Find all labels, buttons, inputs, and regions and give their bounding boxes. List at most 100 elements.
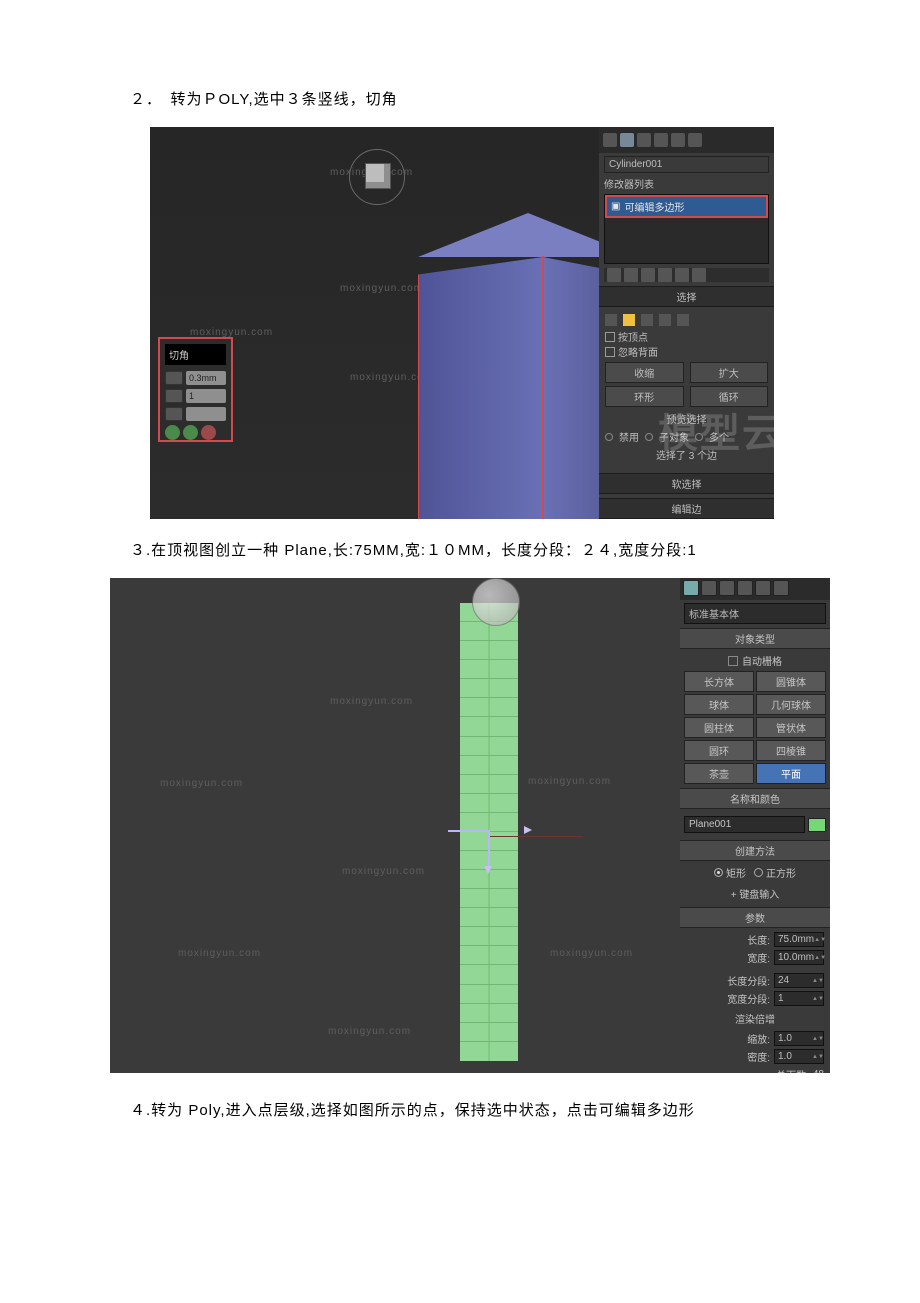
ok-icon[interactable] xyxy=(165,425,180,440)
box-button[interactable]: 长方体 xyxy=(684,671,754,692)
scale-spinner[interactable]: 1.0▲▼ xyxy=(774,1031,824,1046)
cone-button[interactable]: 圆锥体 xyxy=(756,671,826,692)
axis-line xyxy=(488,836,583,837)
viewcube[interactable] xyxy=(472,578,520,626)
motion-tab-icon[interactable] xyxy=(737,580,753,596)
edge-mode-icon[interactable] xyxy=(623,314,635,326)
length-spinner[interactable]: 75.0mm▲▼ xyxy=(774,932,824,947)
viewport-top[interactable]: moxingyun.com moxingyun.com moxingyun.co… xyxy=(110,578,680,1073)
total-faces-value: 48 xyxy=(813,1069,824,1073)
length-label: 长度: xyxy=(686,932,770,947)
chamfer-seg-icon[interactable] xyxy=(165,389,183,403)
motion-tab-icon[interactable] xyxy=(654,133,668,147)
ignore-backfacing-checkbox[interactable] xyxy=(605,347,615,357)
by-vertex-label: 按顶点 xyxy=(618,329,648,344)
rollout-keyboard-entry[interactable]: + 键盘输入 xyxy=(680,884,830,903)
sphere-button[interactable]: 球体 xyxy=(684,694,754,715)
transform-gizmo[interactable] xyxy=(488,830,489,831)
command-panel-tabs xyxy=(599,127,774,153)
chamfer-amount[interactable]: 0.3mm xyxy=(186,371,226,385)
torus-button[interactable]: 圆环 xyxy=(684,740,754,761)
hierarchy-tab-icon[interactable] xyxy=(637,133,651,147)
watermark: moxingyun.com xyxy=(328,1026,411,1037)
length-segs-spinner[interactable]: 24▲▼ xyxy=(774,973,824,988)
chamfer-segments[interactable]: 1 xyxy=(186,389,226,403)
stack-editable-poly-label: 可编辑多边形 xyxy=(624,199,684,214)
viewcube[interactable] xyxy=(355,155,399,199)
cancel-icon[interactable] xyxy=(201,425,216,440)
apply-icon[interactable] xyxy=(183,425,198,440)
modifier-list-label[interactable]: 修改器列表 xyxy=(604,176,769,191)
rectangle-radio[interactable] xyxy=(714,868,723,877)
eye-icon[interactable]: ▣ xyxy=(611,201,620,212)
big-watermark: 模型云 xyxy=(658,401,774,459)
length-segs-label: 长度分段: xyxy=(686,973,770,988)
plane-button[interactable]: 平面 xyxy=(756,763,826,784)
render-mult-label: 渲染倍增 xyxy=(680,1011,830,1026)
rollout-soft-selection[interactable]: 软选择 xyxy=(599,473,774,494)
tube-button[interactable]: 管状体 xyxy=(756,717,826,738)
rollout-edit-edges[interactable]: 编辑边 xyxy=(599,498,774,519)
chamfer-type-icon[interactable] xyxy=(165,371,183,385)
object-name-field[interactable]: Cylinder001 xyxy=(604,156,769,173)
grow-button[interactable]: 扩大 xyxy=(690,362,769,383)
density-spinner[interactable]: 1.0▲▼ xyxy=(774,1049,824,1064)
step-3-text: ３.在顶视图创立一种 Plane,长:75MM,宽:１０MM，长度分段：２４,宽… xyxy=(130,539,810,560)
hierarchy-tab-icon[interactable] xyxy=(719,580,735,596)
watermark: moxingyun.com xyxy=(340,283,423,294)
scale-label: 缩放: xyxy=(686,1031,770,1046)
rollout-selection[interactable]: 选择 xyxy=(599,286,774,307)
pyramid-button[interactable]: 四棱锥 xyxy=(756,740,826,761)
display-tab-icon[interactable] xyxy=(755,580,771,596)
preview-sub-radio[interactable] xyxy=(645,433,653,441)
element-mode-icon[interactable] xyxy=(677,314,689,326)
square-label: 正方形 xyxy=(766,865,796,880)
width-label: 宽度: xyxy=(686,950,770,965)
watermark: moxingyun.com xyxy=(342,866,425,877)
utilities-tab-icon[interactable] xyxy=(688,133,702,147)
stack-editable-poly[interactable]: ▣ 可编辑多边形 xyxy=(605,195,768,218)
step-4-text: ４.转为 Poly,进入点层级,选择如图所示的点，保持选中状态，点击可编辑多边形 xyxy=(130,1099,810,1120)
square-radio[interactable] xyxy=(754,868,763,877)
total-faces-label: 总面数: xyxy=(686,1067,809,1073)
screenshot-1: moxingyun.com moxingyun.com moxingyun.co… xyxy=(150,127,774,519)
watermark: moxingyun.com xyxy=(178,948,261,959)
shrink-button[interactable]: 收缩 xyxy=(605,362,684,383)
chamfer-open-icon[interactable] xyxy=(165,407,183,421)
watermark: moxingyun.com xyxy=(528,776,611,787)
modifier-stack[interactable]: ▣ 可编辑多边形 xyxy=(604,194,769,264)
modify-tab-icon[interactable] xyxy=(620,133,634,147)
chamfer-caddy[interactable]: 切角 0.3mm 1 xyxy=(158,337,233,442)
width-segs-label: 宽度分段: xyxy=(686,991,770,1006)
command-panel: Cylinder001 修改器列表 ▣ 可编辑多边形 选择 按顶点 xyxy=(599,127,774,519)
width-spinner[interactable]: 10.0mm▲▼ xyxy=(774,950,824,965)
create-tab-icon[interactable] xyxy=(683,580,699,596)
border-mode-icon[interactable] xyxy=(641,314,653,326)
chamfer-open[interactable] xyxy=(186,407,226,421)
rollout-object-type[interactable]: 对象类型 xyxy=(680,628,830,649)
geosphere-button[interactable]: 几何球体 xyxy=(756,694,826,715)
watermark: moxingyun.com xyxy=(160,778,243,789)
vertex-mode-icon[interactable] xyxy=(605,314,617,326)
cylinder-button[interactable]: 圆柱体 xyxy=(684,717,754,738)
watermark: moxingyun.com xyxy=(330,696,413,707)
poly-mode-icon[interactable] xyxy=(659,314,671,326)
create-tab-icon[interactable] xyxy=(603,133,617,147)
utilities-tab-icon[interactable] xyxy=(773,580,789,596)
preview-off-label: 禁用 xyxy=(619,429,639,444)
teapot-button[interactable]: 茶壶 xyxy=(684,763,754,784)
preview-off-radio[interactable] xyxy=(605,433,613,441)
autogrid-checkbox[interactable] xyxy=(728,656,738,666)
display-tab-icon[interactable] xyxy=(671,133,685,147)
rollout-name-color[interactable]: 名称和颜色 xyxy=(680,788,830,809)
rollout-parameters[interactable]: 参数 xyxy=(680,907,830,928)
modify-tab-icon[interactable] xyxy=(701,580,717,596)
width-segs-spinner[interactable]: 1▲▼ xyxy=(774,991,824,1006)
viewport-perspective[interactable]: moxingyun.com moxingyun.com moxingyun.co… xyxy=(150,127,599,519)
object-name-field[interactable]: Plane001 xyxy=(684,816,805,833)
object-color-swatch[interactable] xyxy=(808,818,826,832)
rollout-creation-method[interactable]: 创建方法 xyxy=(680,840,830,861)
by-vertex-checkbox[interactable] xyxy=(605,332,615,342)
geometry-type-dropdown[interactable]: 标准基本体 xyxy=(684,603,826,624)
autogrid-label: 自动栅格 xyxy=(742,653,782,668)
